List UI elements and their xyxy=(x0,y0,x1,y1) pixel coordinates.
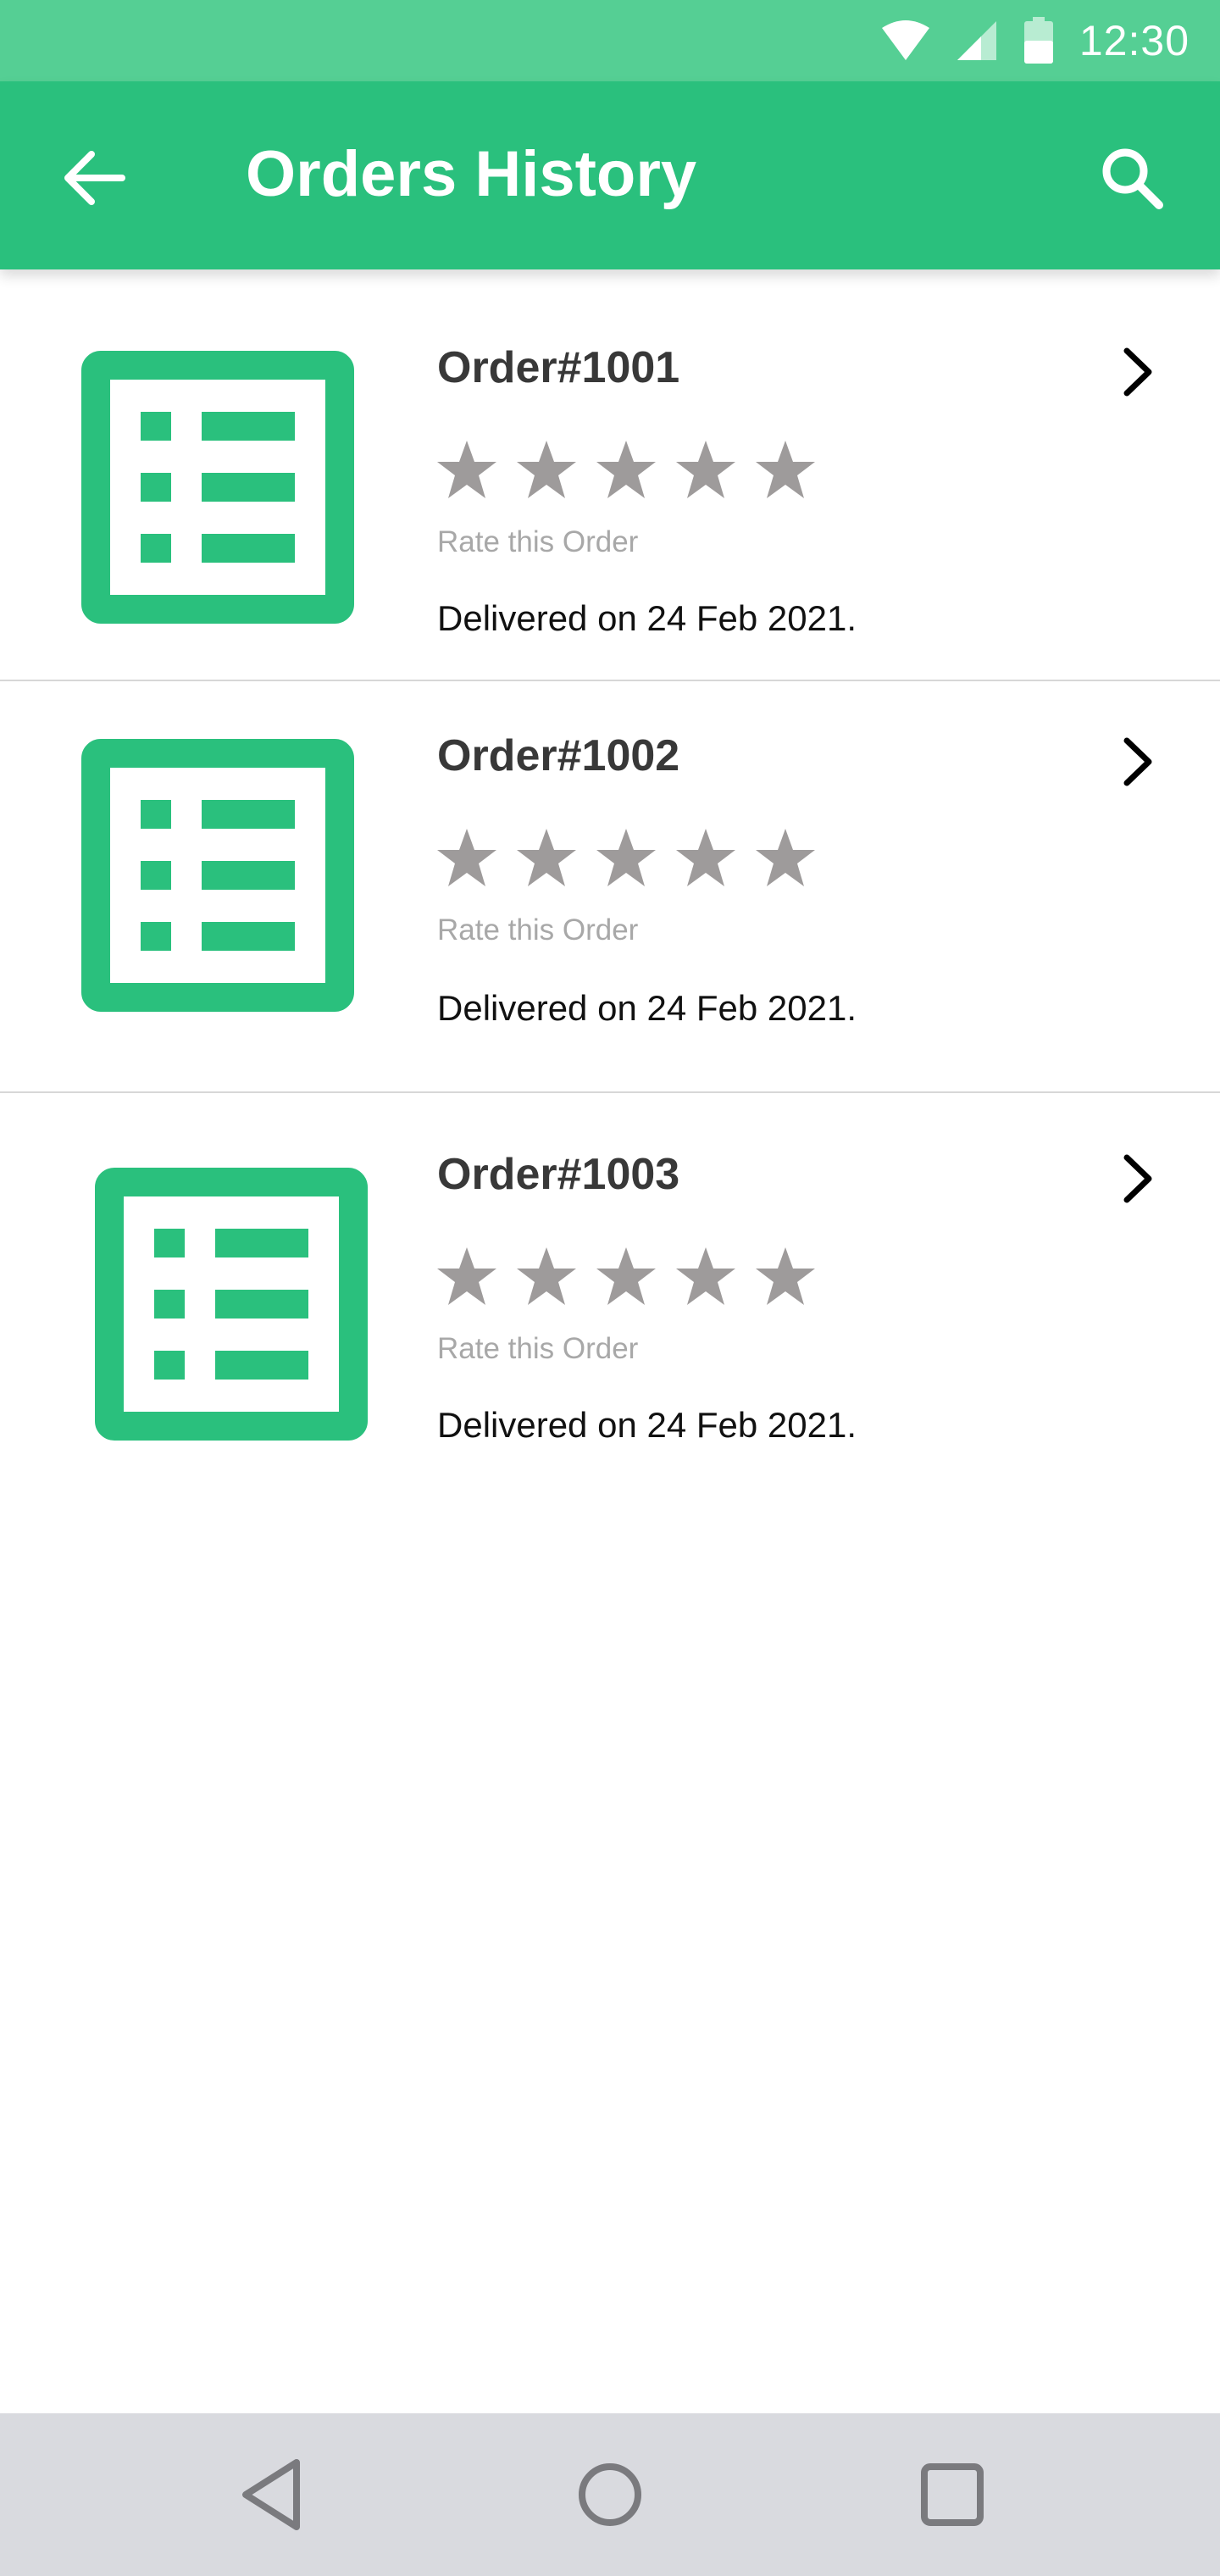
star-icon[interactable] xyxy=(595,1246,657,1308)
order-list-icon xyxy=(95,1168,368,1441)
delivery-date: Delivered on 24 Feb 2021. xyxy=(437,988,857,1028)
chevron-right-icon[interactable] xyxy=(1108,732,1167,791)
star-rating[interactable] xyxy=(435,1246,817,1308)
wifi-icon xyxy=(881,20,929,60)
star-icon[interactable] xyxy=(595,439,657,502)
screen: 12:30 Orders History Order#1001 Rate thi… xyxy=(0,0,1220,2576)
system-nav-bar xyxy=(0,2413,1220,2576)
cell-signal-icon xyxy=(957,21,996,60)
back-button[interactable] xyxy=(53,137,134,219)
star-icon[interactable] xyxy=(754,439,817,502)
rate-label: Rate this Order xyxy=(437,913,639,947)
order-list: Order#1001 Rate this Order Delivered on … xyxy=(0,269,1220,1503)
star-icon[interactable] xyxy=(515,439,578,502)
star-icon[interactable] xyxy=(435,1246,498,1308)
order-title: Order#1001 xyxy=(437,343,680,392)
arrow-left-icon xyxy=(64,151,125,205)
order-list-icon xyxy=(81,739,354,1012)
search-button[interactable] xyxy=(1088,134,1176,222)
status-bar: 12:30 xyxy=(0,0,1220,81)
star-icon[interactable] xyxy=(595,827,657,890)
order-list-item[interactable]: Order#1003 Rate this Order Delivered on … xyxy=(0,1093,1220,1503)
nav-recents-button[interactable] xyxy=(905,2447,1000,2542)
app-bar: Orders History xyxy=(0,81,1220,269)
order-title: Order#1003 xyxy=(437,1150,680,1199)
order-list-item[interactable]: Order#1002 Rate this Order Delivered on … xyxy=(0,681,1220,1093)
delivery-date: Delivered on 24 Feb 2021. xyxy=(437,1405,857,1445)
status-time: 12:30 xyxy=(1079,17,1190,64)
star-icon[interactable] xyxy=(515,827,578,890)
page-title: Orders History xyxy=(246,138,697,210)
nav-back-icon xyxy=(242,2459,300,2530)
nav-recents-icon xyxy=(921,2463,984,2526)
order-title: Order#1002 xyxy=(437,731,680,780)
delivery-date: Delivered on 24 Feb 2021. xyxy=(437,598,857,638)
rate-label: Rate this Order xyxy=(437,525,639,558)
star-icon[interactable] xyxy=(754,827,817,890)
star-rating[interactable] xyxy=(435,439,817,502)
chevron-right-icon[interactable] xyxy=(1108,1149,1167,1208)
nav-back-button[interactable] xyxy=(224,2447,319,2542)
star-icon[interactable] xyxy=(515,1246,578,1308)
star-icon[interactable] xyxy=(674,827,737,890)
star-icon[interactable] xyxy=(435,827,498,890)
battery-icon xyxy=(1023,17,1053,64)
order-list-icon xyxy=(81,351,354,624)
chevron-right-icon[interactable] xyxy=(1108,342,1167,402)
star-icon[interactable] xyxy=(674,439,737,502)
search-icon xyxy=(1102,148,1163,209)
status-icons: 12:30 xyxy=(881,0,1190,81)
star-icon[interactable] xyxy=(754,1246,817,1308)
order-list-item[interactable]: Order#1001 Rate this Order Delivered on … xyxy=(0,269,1220,681)
star-icon[interactable] xyxy=(674,1246,737,1308)
rate-label: Rate this Order xyxy=(437,1332,639,1365)
nav-home-button[interactable] xyxy=(563,2447,657,2542)
nav-home-icon xyxy=(579,2463,641,2526)
star-rating[interactable] xyxy=(435,827,817,890)
star-icon[interactable] xyxy=(435,439,498,502)
